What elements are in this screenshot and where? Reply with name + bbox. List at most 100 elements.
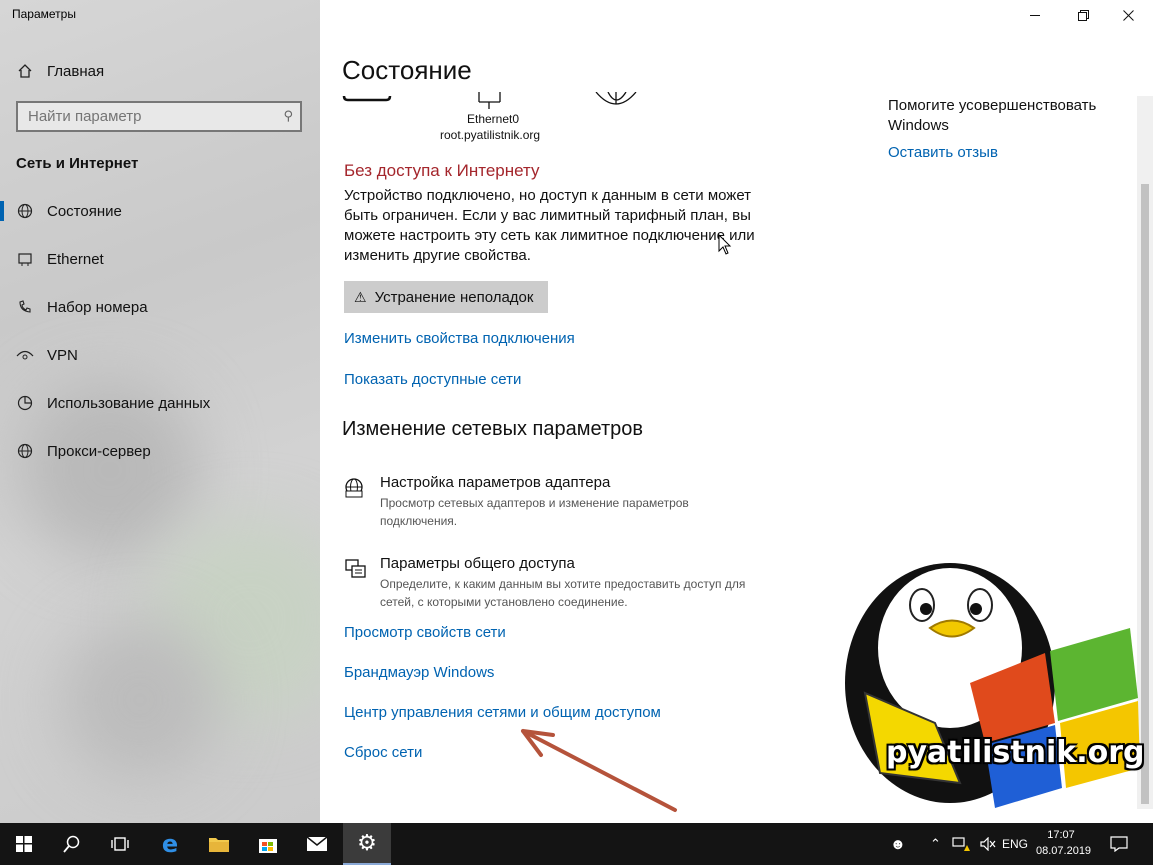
search-input[interactable] <box>18 103 268 130</box>
troubleshoot-button[interactable]: ⚠ Устранение неполадок <box>344 281 548 313</box>
internet-globe-icon <box>595 92 637 105</box>
change-settings-heading: Изменение сетевых параметров <box>342 418 643 440</box>
help-improve-text: Помогите усовершенствовать Windows <box>888 97 1097 134</box>
volume-tray-button[interactable] <box>980 823 996 865</box>
view-network-properties-link[interactable]: Просмотр свойств сети <box>344 624 506 641</box>
sidebar-item-label: Ethernet <box>47 250 104 268</box>
mouse-cursor-icon <box>718 234 732 255</box>
warning-icon: ⚠ <box>354 288 367 305</box>
task-view-button[interactable] <box>96 823 144 865</box>
network-reset-link[interactable]: Сброс сети <box>344 744 422 761</box>
page-title: Состояние <box>342 55 472 85</box>
edge-taskbar-button[interactable]: e <box>146 823 194 865</box>
network-diagram <box>342 92 637 109</box>
sidebar-item-ethernet[interactable]: Ethernet <box>0 239 320 279</box>
minimize-icon <box>1030 14 1040 16</box>
mail-icon <box>306 836 328 851</box>
background-blur <box>60 620 220 780</box>
people-button[interactable]: ☻ <box>890 823 906 865</box>
sharing-options-title: Параметры общего доступа <box>380 555 575 572</box>
start-button[interactable] <box>0 823 48 865</box>
store-icon <box>259 839 277 853</box>
show-available-networks-link[interactable]: Показать доступные сети <box>344 371 521 388</box>
show-hidden-icons-button[interactable]: ⌃ <box>930 823 941 865</box>
sidebar-item-proxy[interactable]: Прокси-сервер <box>0 431 320 471</box>
sidebar-item-label: Набор номера <box>47 298 148 316</box>
data-usage-icon <box>16 394 34 412</box>
globe-icon <box>16 202 34 220</box>
sidebar-item-vpn[interactable]: VPN <box>0 335 320 375</box>
clock-time: 17:07 <box>1047 829 1075 841</box>
search-icon <box>63 835 80 853</box>
feedback-link[interactable]: Оставить отзыв <box>888 144 998 161</box>
network-warning-icon <box>952 837 970 851</box>
scrollbar-thumb[interactable] <box>1141 184 1149 804</box>
input-language-button[interactable]: ENG <box>1002 823 1028 865</box>
change-connection-properties-link[interactable]: Изменить свойства подключения <box>344 330 575 347</box>
close-icon <box>1122 9 1134 21</box>
sidebar-item-label: VPN <box>47 346 78 364</box>
annotation-arrow <box>521 729 677 812</box>
network-center-link[interactable]: Центр управления сетями и общим доступом <box>344 704 661 721</box>
chevron-up-icon: ⌃ <box>930 836 941 851</box>
explorer-taskbar-button[interactable] <box>195 823 243 865</box>
edge-icon: e <box>161 830 179 858</box>
sidebar-item-label: Прокси-сервер <box>47 442 151 460</box>
sidebar-item-label: Состояние <box>47 202 122 220</box>
mail-taskbar-button[interactable] <box>293 823 341 865</box>
minimize-button[interactable] <box>1012 0 1058 30</box>
section-title: Сеть и Интернет <box>16 155 139 172</box>
adapter-name: Ethernet0 <box>467 112 520 126</box>
clock[interactable]: 17:07 08.07.2019 <box>1036 827 1092 859</box>
search-icon[interactable]: ⚲ <box>283 108 293 124</box>
search-box[interactable]: ⚲ <box>16 101 302 132</box>
notifications-icon <box>1110 836 1128 852</box>
adapter-options-item[interactable]: Настройка параметров адаптера Просмотр с… <box>344 474 784 530</box>
adapter-settings-icon <box>345 478 363 498</box>
adapter-options-desc: Просмотр сетевых адаптеров и изменение п… <box>380 496 689 528</box>
gear-icon: ⚙ <box>357 830 377 855</box>
windows-logo-icon <box>16 836 32 852</box>
nav-home[interactable]: Главная <box>0 51 320 91</box>
sidebar-item-data-usage[interactable]: Использование данных <box>0 383 320 423</box>
sharing-settings-icon <box>345 559 366 578</box>
dialup-icon <box>16 298 34 316</box>
maximize-button[interactable] <box>1060 0 1106 30</box>
volume-muted-icon <box>980 837 996 851</box>
penguin-logo <box>845 563 1140 808</box>
search-taskbar-button[interactable] <box>48 823 96 865</box>
adapter-options-title: Настройка параметров адаптера <box>380 474 611 491</box>
folder-icon <box>209 838 229 852</box>
domain-name: root.pyatilistnik.org <box>440 128 541 142</box>
sidebar-item-status[interactable]: Состояние <box>0 191 320 231</box>
window-title: Параметры <box>12 7 76 21</box>
vpn-icon <box>16 346 34 364</box>
pc-icon <box>342 95 392 102</box>
windows-firewall-link[interactable]: Брандмауэр Windows <box>344 664 494 681</box>
taskbar: e ⚙ ☻ ⌃ ENG 17:07 08.07.2019 <box>0 823 1153 865</box>
close-button[interactable] <box>1105 0 1151 30</box>
people-icon: ☻ <box>890 835 906 853</box>
active-indicator <box>0 201 4 221</box>
status-title: Без доступа к Интернету <box>344 161 540 180</box>
store-taskbar-button[interactable] <box>244 823 292 865</box>
network-tray-button[interactable] <box>952 823 970 865</box>
action-center-button[interactable] <box>1110 823 1128 865</box>
sidebar-item-dialup[interactable]: Набор номера <box>0 287 320 327</box>
status-description: Устройство подключено, но доступ к данны… <box>344 187 755 264</box>
sharing-options-item[interactable]: Параметры общего доступа Определите, к к… <box>344 555 784 611</box>
clock-date: 08.07.2019 <box>1036 845 1092 857</box>
main-pane: Состояние Ethernet0 root.pyatilistnik.or… <box>320 0 1153 823</box>
nav-home-label: Главная <box>47 62 105 80</box>
settings-taskbar-button[interactable]: ⚙ <box>343 823 391 865</box>
watermark-text: pyatilistnik.org <box>886 735 1145 770</box>
home-icon <box>16 62 34 80</box>
sidebar-item-label: Использование данных <box>47 394 211 412</box>
troubleshoot-label: Устранение неполадок <box>374 288 534 306</box>
ethernet-icon <box>16 250 34 268</box>
sharing-options-desc: Определите, к каким данным вы хотите пре… <box>380 577 746 609</box>
ethernet-adapter-icon <box>478 92 501 109</box>
task-view-icon <box>111 837 129 851</box>
globe-icon <box>16 442 34 460</box>
language-indicator: ENG <box>1002 837 1029 851</box>
